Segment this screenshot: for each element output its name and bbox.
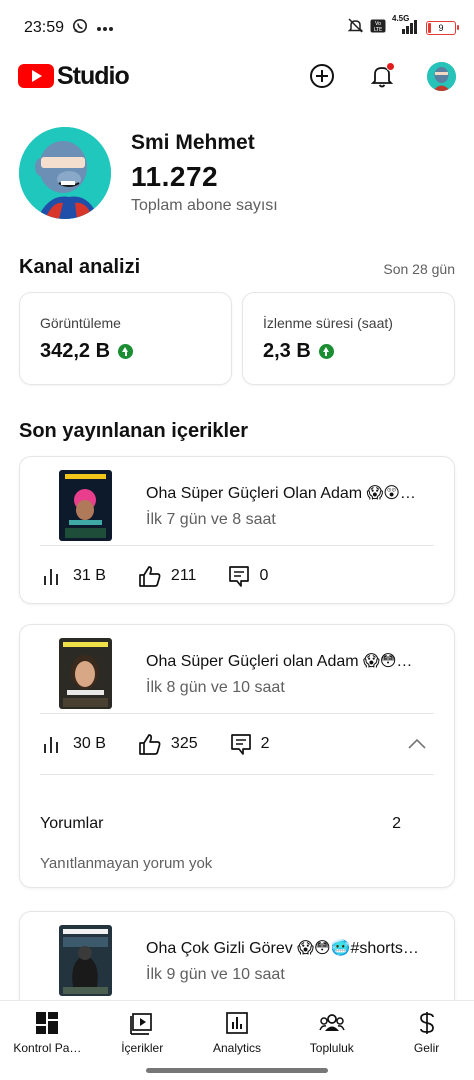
nav-label: Gelir: [413, 1041, 440, 1055]
volte-icon: Vo LTE: [370, 19, 386, 38]
likes-stat: 211: [138, 565, 197, 587]
watch-time-value: 2,3 B: [263, 340, 311, 362]
channel-avatar[interactable]: [19, 127, 111, 219]
views-value: 342,2 B: [40, 340, 111, 362]
views-count: 30 B: [73, 735, 106, 752]
community-icon: [319, 1014, 345, 1031]
nav-dashboard[interactable]: Kontrol Pa…: [0, 1001, 95, 1060]
whatsapp-icon: [72, 18, 88, 39]
notification-badge: [386, 62, 395, 71]
nav-label: Topluluk: [309, 1041, 354, 1055]
video-card-expanded[interactable]: Oha Süper Güçleri olan Adam 😱😳… İlk 8 gü…: [19, 624, 455, 888]
video-thumbnail[interactable]: [59, 925, 112, 996]
battery-level: 9: [438, 23, 444, 33]
analytics-icon: [226, 1012, 248, 1034]
channel-name: Smi Mehmet: [131, 131, 255, 154]
comment-icon: [230, 734, 251, 755]
bottom-navigation: Kontrol Pa… İçerikler Analytics Topluluk…: [0, 1000, 474, 1060]
video-age: İlk 7 gün ve 8 saat: [146, 510, 276, 528]
views-label: Görüntüleme: [40, 315, 121, 331]
comments-total: 2: [392, 815, 401, 832]
watch-time-label: İzlenme süresi (saat): [263, 315, 393, 331]
clock: 23:59: [24, 19, 65, 36]
trend-up-icon: [118, 344, 134, 359]
plus-circle-icon: [310, 64, 334, 88]
recent-section-title: Son yayınlanan içerikler: [19, 420, 248, 442]
network-type: 4.5G: [392, 13, 410, 23]
video-thumbnail[interactable]: [59, 638, 112, 709]
watch-time-card[interactable]: İzlenme süresi (saat) 2,3 B: [242, 292, 455, 385]
bar-chart-icon: [44, 569, 58, 585]
comments-count: 2: [260, 735, 270, 752]
dollar-icon: [419, 1012, 434, 1034]
views-count: 31 B: [73, 567, 106, 584]
more-dots-icon: [96, 19, 114, 37]
trend-up-icon: [318, 344, 334, 359]
app-bar: Studio: [0, 56, 474, 96]
account-avatar[interactable]: [427, 61, 456, 91]
chevron-up-icon: [408, 738, 426, 749]
video-age: İlk 9 gün ve 10 saat: [146, 965, 285, 983]
subscriber-label: Toplam abone sayısı: [131, 197, 278, 214]
comments-stat: 2: [230, 733, 270, 755]
views-stat: 31 B: [42, 566, 106, 586]
nav-label: Kontrol Pa…: [13, 1041, 82, 1055]
nav-earn[interactable]: Gelir: [379, 1001, 474, 1060]
comments-heading: Yorumlar: [40, 815, 104, 832]
comment-icon: [229, 566, 250, 587]
video-title: Oha Süper Güçleri olan Adam 😱😳…: [146, 652, 413, 670]
dashboard-icon: [36, 1012, 59, 1034]
svg-text:LTE: LTE: [374, 27, 382, 33]
thumbs-up-icon: [139, 566, 161, 587]
comments-panel: Yorumlar 2 Yanıtlanmayan yorum yok: [20, 775, 454, 872]
likes-stat: 325: [138, 733, 198, 755]
comments-count: 0: [259, 567, 269, 584]
video-thumbnail[interactable]: [59, 470, 112, 541]
analytics-period[interactable]: Son 28 gün: [383, 261, 455, 277]
nav-content[interactable]: İçerikler: [95, 1001, 190, 1060]
nav-label: Analytics: [212, 1041, 261, 1055]
channel-header: Smi Mehmet 11.272 Toplam abone sayısı: [19, 127, 278, 219]
thumbs-up-icon: [139, 734, 161, 755]
video-title: Oha Çok Gizli Görev 😱😳🥶#shorts…: [146, 939, 419, 957]
create-button[interactable]: [307, 61, 337, 91]
home-indicator[interactable]: [146, 1068, 328, 1073]
content-icon: [130, 1013, 153, 1035]
signal-icon: 4.5G: [392, 14, 420, 39]
bar-chart-icon: [44, 737, 58, 753]
video-title: Oha Süper Güçleri Olan Adam 😱😲…: [146, 484, 416, 502]
youtube-logo-icon: [18, 64, 54, 88]
analytics-section-title: Kanal analizi: [19, 256, 141, 278]
studio-logo[interactable]: Studio: [18, 61, 130, 91]
battery-icon: 9: [426, 21, 459, 35]
video-card[interactable]: Oha Süper Güçleri Olan Adam 😱😲… İlk 7 gü…: [19, 456, 455, 604]
likes-count: 325: [170, 735, 198, 752]
notifications-button[interactable]: [367, 61, 397, 91]
mute-icon: [347, 17, 364, 39]
collapse-button[interactable]: [408, 736, 426, 754]
likes-count: 211: [170, 567, 197, 584]
nav-analytics[interactable]: Analytics: [190, 1001, 285, 1060]
brand-name: Studio: [57, 61, 130, 90]
video-age: İlk 8 gün ve 10 saat: [146, 678, 285, 696]
views-card[interactable]: Görüntüleme 342,2 B: [19, 292, 232, 385]
status-bar: 23:59 Vo LTE 4.5G 9: [0, 0, 474, 56]
nav-community[interactable]: Topluluk: [284, 1001, 379, 1060]
subscriber-count: 11.272: [131, 161, 219, 192]
nav-label: İçerikler: [121, 1041, 164, 1055]
no-unanswered-comments: Yanıtlanmayan yorum yok: [40, 855, 213, 872]
comments-stat: 0: [228, 565, 268, 587]
views-stat: 30 B: [42, 734, 106, 754]
